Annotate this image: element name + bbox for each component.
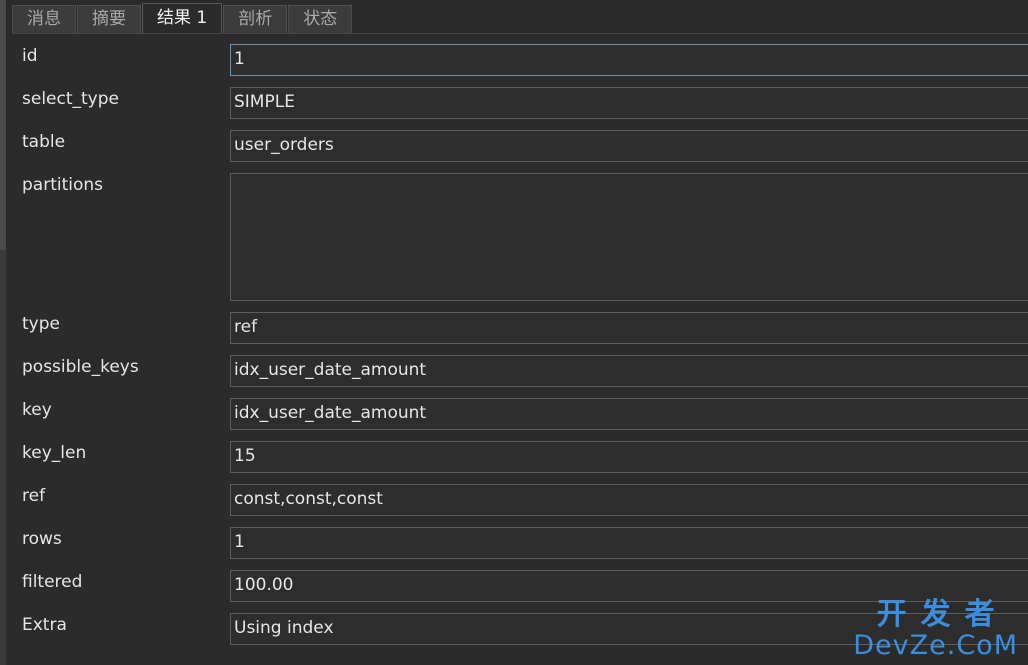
- field-value-key[interactable]: idx_user_date_amount: [230, 398, 1028, 430]
- field-label-key: key: [22, 400, 52, 420]
- field-value-extra[interactable]: Using index: [230, 613, 1028, 645]
- field-label-type: type: [22, 314, 60, 334]
- field-value-select-type[interactable]: SIMPLE: [230, 87, 1028, 119]
- field-label-table: table: [22, 132, 66, 152]
- result-tabs: 消息 摘要 结果 1 剖析 状态: [12, 3, 353, 33]
- field-value-filtered[interactable]: 100.00: [230, 570, 1028, 602]
- field-label-extra: Extra: [22, 615, 67, 635]
- field-value-type[interactable]: ref: [230, 312, 1028, 344]
- field-label-key-len: key_len: [22, 443, 87, 463]
- result-panel: 消息 摘要 结果 1 剖析 状态 id 1 select_type SIMPLE…: [0, 0, 1028, 665]
- tab-profile[interactable]: 剖析: [223, 5, 288, 33]
- field-value-possible-keys[interactable]: idx_user_date_amount: [230, 355, 1028, 387]
- field-value-table[interactable]: user_orders: [230, 130, 1028, 162]
- tab-summary[interactable]: 摘要: [77, 5, 141, 33]
- field-value-partitions[interactable]: [230, 173, 1028, 301]
- field-value-rows[interactable]: 1: [230, 527, 1028, 559]
- field-label-possible-keys: possible_keys: [22, 357, 139, 377]
- field-label-select-type: select_type: [22, 89, 119, 109]
- tab-messages[interactable]: 消息: [12, 5, 76, 33]
- field-value-ref[interactable]: const,const,const: [230, 484, 1028, 516]
- left-scrollbar-thumb[interactable]: [0, 0, 6, 250]
- record-form-view: id 1 select_type SIMPLE table user_order…: [12, 34, 1028, 665]
- field-label-ref: ref: [22, 486, 46, 506]
- tab-status[interactable]: 状态: [288, 5, 353, 33]
- field-label-id: id: [22, 46, 38, 66]
- field-value-id[interactable]: 1: [230, 44, 1028, 76]
- field-value-key-len[interactable]: 15: [230, 441, 1028, 473]
- tab-result-1[interactable]: 结果 1: [142, 3, 223, 33]
- field-label-partitions: partitions: [22, 175, 104, 195]
- field-label-filtered: filtered: [22, 572, 83, 592]
- left-scrollbar[interactable]: [0, 0, 6, 665]
- field-label-rows: rows: [22, 529, 62, 549]
